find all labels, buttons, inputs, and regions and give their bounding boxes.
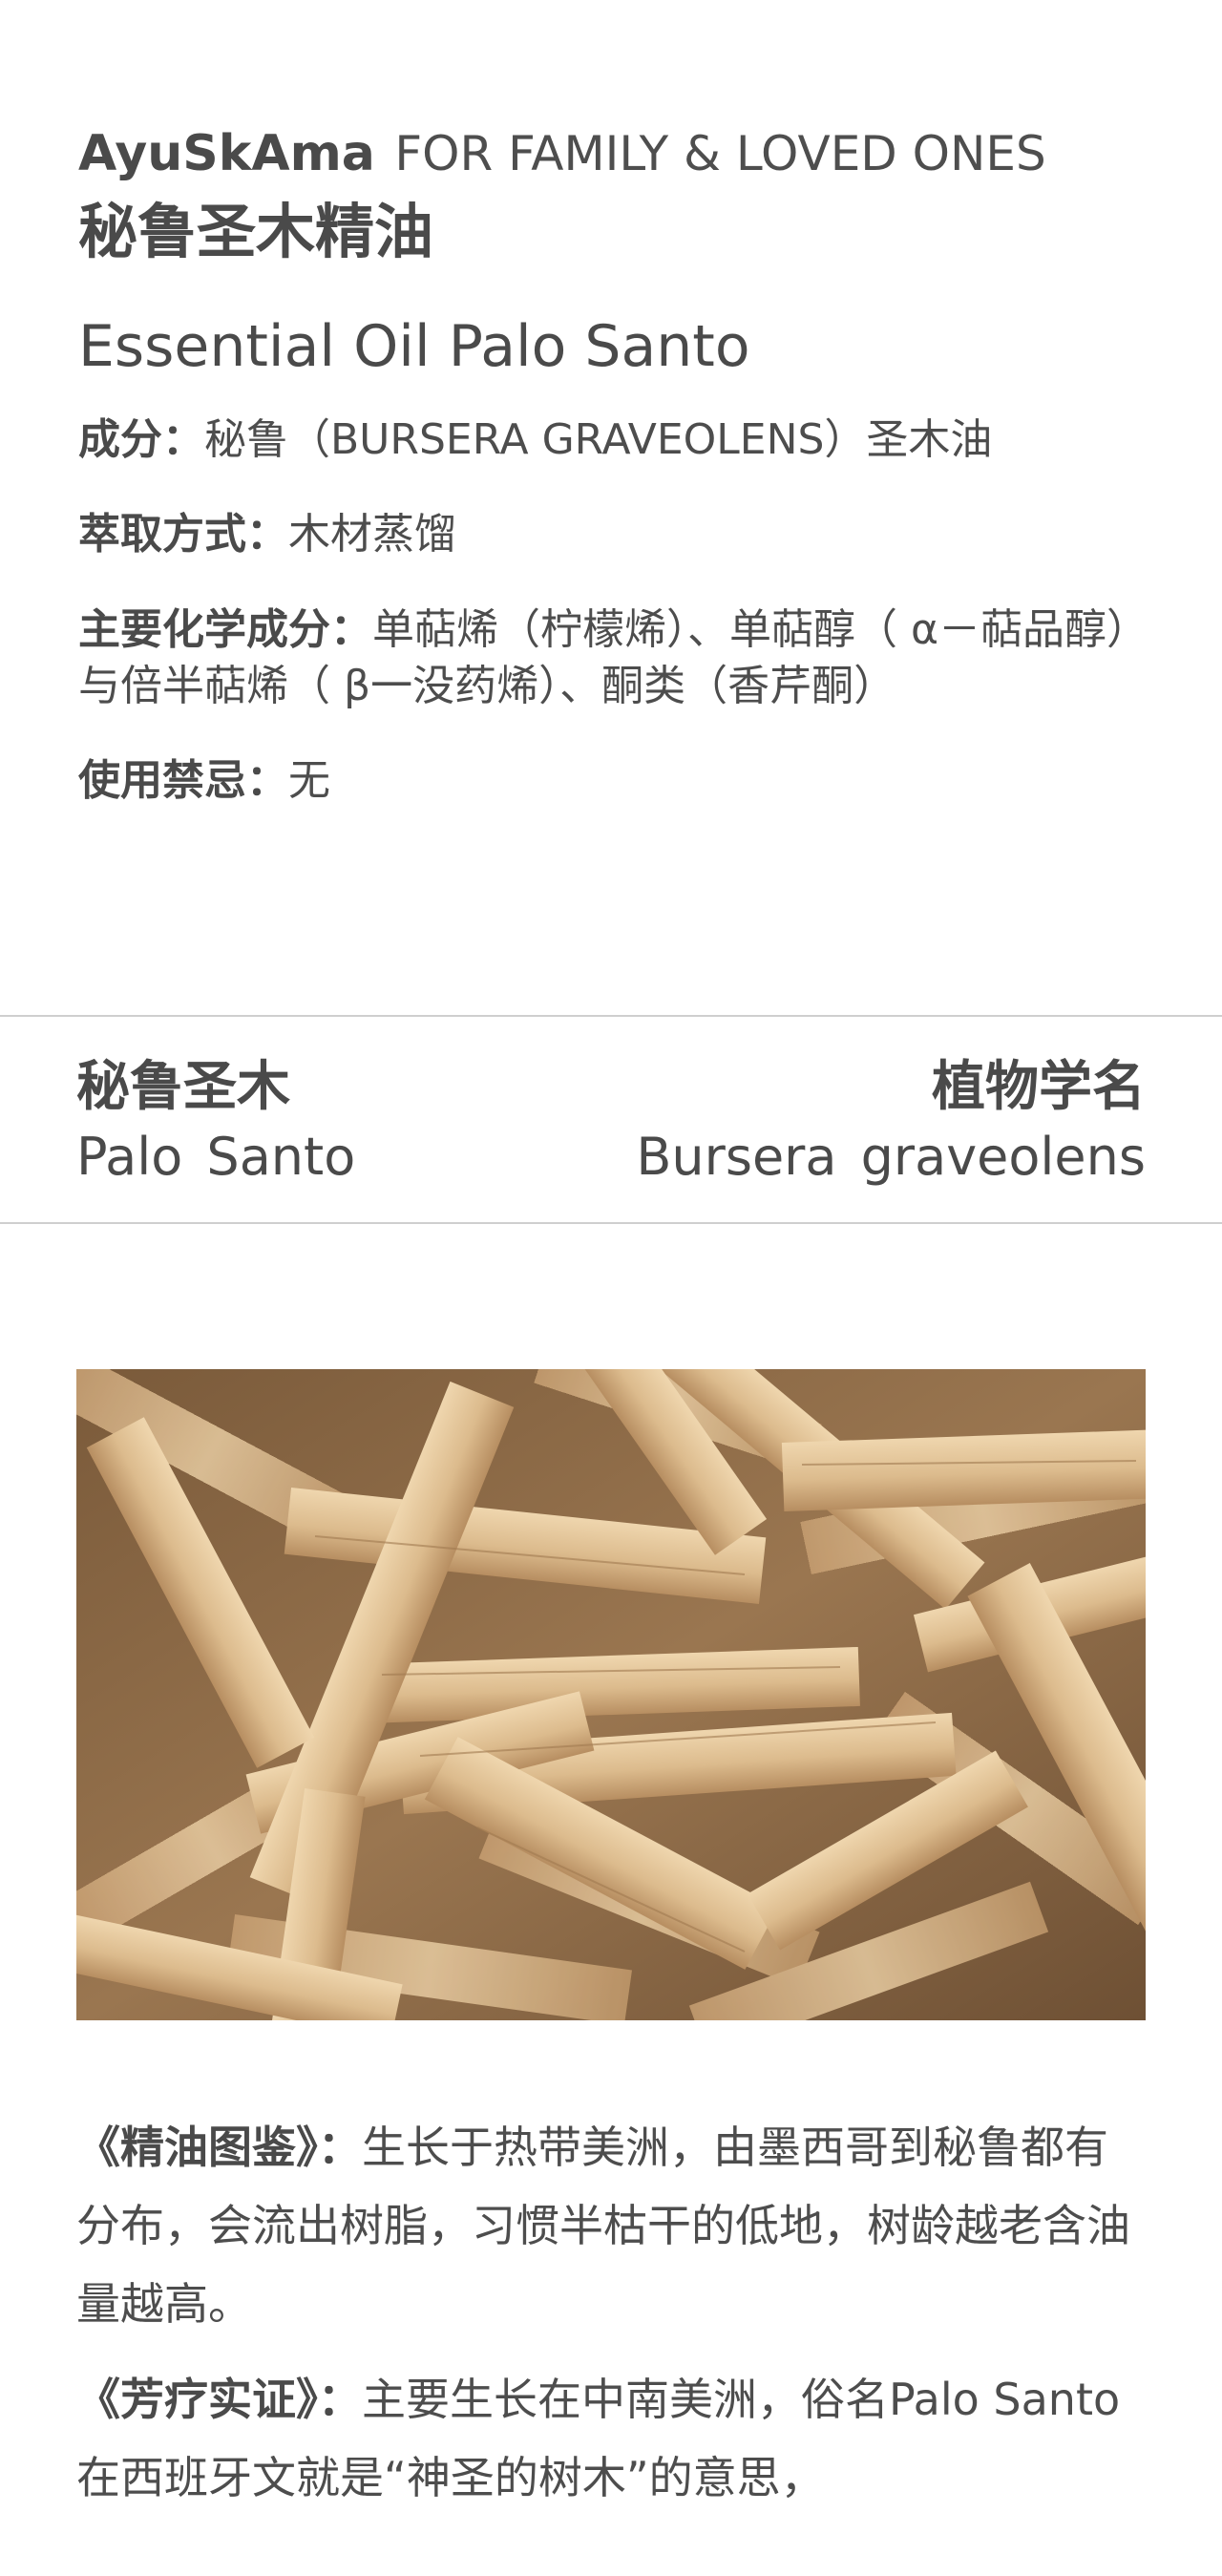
description-body: 《精油图鉴》：生长于热带美洲，由墨西哥到秘鲁都有分布，会流出树脂，习惯半枯干的低… — [76, 2108, 1150, 2534]
divider-top — [0, 1015, 1222, 1017]
aroma-label: 《芳疗实证》： — [76, 2374, 362, 2425]
atlas-label: 《精油图鉴》： — [76, 2122, 362, 2173]
chemical-row: 主要化学成分：单萜烯（柠檬烯）、单萜醇（ α－萜品醇）与倍半萜烯（ β一没药烯）… — [78, 602, 1148, 715]
ingredient-label: 成分： — [78, 414, 204, 464]
brand-line: AyuSkAma FOR FAMILY & LOVED ONES — [78, 124, 1148, 183]
product-title-en: Essential Oil Palo Santo — [78, 312, 750, 380]
palo-santo-wood-photo — [76, 1369, 1146, 2020]
ingredient-row: 成分：秘鲁（BURSERA GRAVEOLENS）圣木油 — [78, 412, 1148, 468]
contraindication-row: 使用禁忌：无 — [78, 752, 1148, 809]
aroma-paragraph: 《芳疗实证》：主要生长在中南美洲，俗名Palo Santo 在西班牙文就是“神圣… — [76, 2360, 1150, 2517]
product-info: 成分：秘鲁（BURSERA GRAVEOLENS）圣木油 萃取方式：木材蒸馏 主… — [78, 412, 1148, 810]
common-name-cn: 秘鲁圣木 — [76, 1056, 290, 1118]
common-name-block: 秘鲁圣木 Palo Santo — [76, 1055, 355, 1189]
product-page: AyuSkAma FOR FAMILY & LOVED ONES 秘鲁圣木精油 … — [0, 0, 1222, 2576]
divider-bottom — [0, 1222, 1222, 1224]
product-header: AyuSkAma FOR FAMILY & LOVED ONES 秘鲁圣木精油 … — [78, 124, 1148, 848]
botanical-name-en: Bursera graveolens — [636, 1127, 1146, 1188]
extraction-value: 木材蒸馏 — [288, 510, 456, 560]
chemical-label: 主要化学成分： — [78, 604, 372, 654]
ingredient-value: 秘鲁（BURSERA GRAVEOLENS）圣木油 — [204, 414, 993, 464]
extraction-row: 萃取方式：木材蒸馏 — [78, 506, 1148, 562]
botanical-name-label: 植物学名 — [932, 1056, 1146, 1118]
contraindication-value: 无 — [288, 756, 330, 806]
botanical-name-block: 植物学名 Bursera graveolens — [636, 1055, 1146, 1189]
brand-name: AyuSkAma — [78, 125, 375, 182]
atlas-paragraph: 《精油图鉴》：生长于热带美洲，由墨西哥到秘鲁都有分布，会流出树脂，习惯半枯干的低… — [76, 2108, 1150, 2343]
product-title-cn: 秘鲁圣木精油 — [78, 197, 434, 267]
contraindication-label: 使用禁忌： — [78, 756, 288, 806]
common-name-en: Palo Santo — [76, 1127, 356, 1188]
wood-sticks-illustration — [76, 1369, 1146, 2020]
extraction-label: 萃取方式： — [78, 510, 288, 560]
brand-tagline: FOR FAMILY & LOVED ONES — [394, 126, 1046, 181]
